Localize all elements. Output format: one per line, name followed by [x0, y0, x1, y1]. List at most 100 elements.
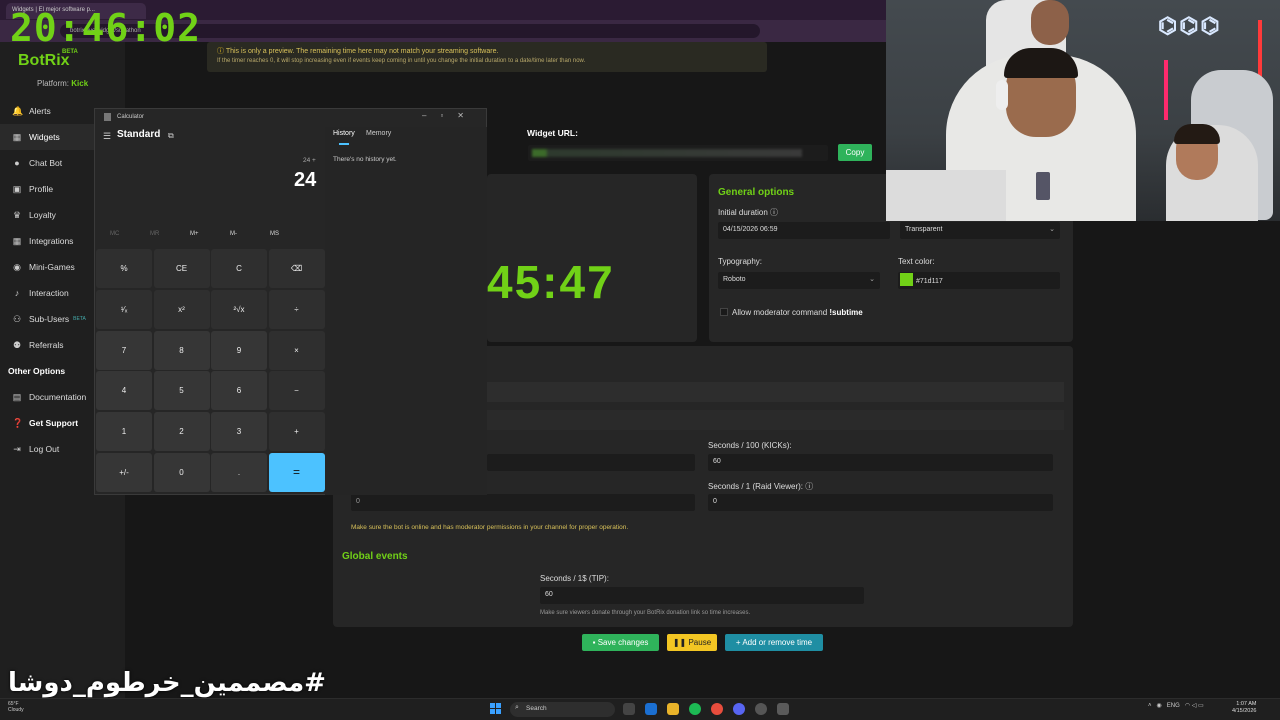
sidebar-item-label: Referrals: [29, 340, 64, 350]
percent-key[interactable]: %: [96, 249, 152, 288]
spotify-icon[interactable]: [689, 703, 701, 715]
chrome-icon[interactable]: [711, 703, 723, 715]
global-events-title: Global events: [342, 551, 408, 562]
language-indicator[interactable]: ENG: [1167, 703, 1180, 709]
text-color-input[interactable]: #71d117: [898, 272, 1060, 289]
calculator-taskbar-icon[interactable]: [777, 703, 789, 715]
square-root-key[interactable]: ²√x: [211, 289, 267, 329]
digit-7-key[interactable]: 7: [96, 330, 152, 370]
save-icon: ▪: [592, 638, 596, 647]
chevron-down-icon: ⌄: [1049, 226, 1055, 233]
brand-logo[interactable]: BotRix BETA: [18, 49, 78, 70]
color-swatch[interactable]: [900, 273, 913, 286]
subtract-key[interactable]: −: [268, 371, 325, 411]
tab-history[interactable]: History: [333, 130, 355, 137]
moderator-command-label: Allow moderator command !subtime: [732, 308, 863, 317]
raid-label-text: Seconds / 1 (Raid Viewer):: [708, 482, 804, 491]
initial-duration-input[interactable]: 04/15/2026 06:59: [718, 222, 890, 239]
background-select-value: Transparent: [905, 226, 943, 233]
clock[interactable]: 1:07 AM 4/15/2026: [1232, 701, 1256, 715]
tip-seconds-input[interactable]: 60: [540, 587, 864, 604]
decimal-key[interactable]: .: [211, 453, 267, 492]
window-controls: –▫✕: [422, 111, 478, 120]
equals-key[interactable]: =: [268, 453, 325, 492]
keep-on-top-icon[interactable]: ⧉: [168, 131, 174, 141]
doc-icon: ▤: [12, 392, 22, 402]
digit-5-key[interactable]: 5: [153, 371, 210, 411]
bell-icon: 🔔: [12, 106, 24, 116]
info-icon[interactable]: ⓘ: [805, 482, 813, 491]
memory-recall-button[interactable]: MR: [150, 231, 159, 237]
edge-icon[interactable]: [645, 703, 657, 715]
wifi-icon[interactable]: ◠: [1185, 703, 1190, 709]
hamburger-menu-icon[interactable]: ☰: [103, 131, 111, 142]
left-event-input-2[interactable]: 0: [351, 494, 695, 511]
discord-icon[interactable]: [733, 703, 745, 715]
weather-widget[interactable]: 65°F Cloudy: [8, 701, 24, 713]
calculator-expression: 24 +: [303, 157, 316, 164]
digit-2-key[interactable]: 2: [153, 412, 210, 452]
text-color-label: Text color:: [898, 257, 935, 266]
square-key[interactable]: x²: [153, 289, 210, 329]
chevron-down-icon: ⌄: [869, 276, 875, 283]
kicks-seconds-input[interactable]: 60: [708, 454, 1053, 471]
digit-0-key[interactable]: 0: [153, 453, 210, 492]
tip-label: Seconds / 1$ (TIP):: [540, 574, 609, 583]
desk: [886, 170, 1006, 221]
info-icon[interactable]: ⓘ: [770, 208, 778, 217]
save-changes-button[interactable]: ▪ Save changes: [582, 634, 659, 651]
file-explorer-icon[interactable]: [667, 703, 679, 715]
calculator-mode: Standard: [117, 129, 161, 140]
background-select[interactable]: Transparent ⌄: [900, 222, 1060, 239]
left-event-input-1[interactable]: [487, 454, 695, 471]
add-key[interactable]: +: [268, 412, 325, 452]
negate-key[interactable]: +/-: [96, 453, 152, 492]
digit-8-key[interactable]: 8: [153, 330, 210, 370]
led-strip: [1164, 60, 1168, 120]
sidebar-item-label: Interaction: [29, 288, 69, 298]
moderator-command-checkbox[interactable]: [720, 308, 728, 316]
digit-4-key[interactable]: 4: [96, 371, 152, 411]
sidebar-item-label: Alerts: [29, 106, 51, 116]
digit-9-key[interactable]: 9: [211, 330, 267, 370]
volume-icon[interactable]: ◁: [1192, 703, 1197, 709]
reciprocal-key[interactable]: ¹⁄ₓ: [96, 289, 152, 329]
typography-select[interactable]: Roboto ⌄: [718, 272, 880, 289]
history-panel: [325, 127, 487, 495]
memory-clear-button[interactable]: MC: [110, 231, 119, 237]
memory-add-button[interactable]: M+: [190, 231, 199, 237]
screen: Widgets | El mejor software p... botrix.…: [0, 0, 1280, 720]
clear-entry-key[interactable]: CE: [153, 249, 210, 288]
widget-url-field[interactable]: [528, 145, 828, 161]
tab-memory[interactable]: Memory: [366, 130, 391, 137]
sidebar-item-label: Integrations: [29, 236, 74, 246]
obs-icon[interactable]: [755, 703, 767, 715]
chevron-up-icon[interactable]: ˄: [1148, 703, 1152, 709]
battery-icon[interactable]: ▭: [1198, 703, 1204, 709]
digit-1-key[interactable]: 1: [96, 412, 152, 452]
windows-start-icon[interactable]: [490, 703, 502, 715]
multiply-key[interactable]: ×: [268, 330, 325, 370]
divide-key[interactable]: ÷: [268, 289, 325, 329]
close-icon[interactable]: ✕: [457, 111, 478, 120]
memory-store-button[interactable]: MS: [270, 231, 279, 237]
tab-history-underline: [339, 143, 349, 145]
copy-button[interactable]: Copy: [838, 144, 872, 161]
add-remove-label: Add or remove time: [742, 638, 813, 647]
pause-button[interactable]: ❚❚ Pause: [667, 634, 717, 651]
tray-app-icon[interactable]: ◉: [1157, 703, 1162, 709]
taskbar-search[interactable]: ⌕ Search: [510, 702, 615, 717]
notice-text: This is only a preview. The remaining ti…: [225, 48, 499, 55]
backspace-key[interactable]: ⌫: [268, 249, 325, 288]
minimize-icon[interactable]: –: [422, 111, 440, 120]
stream-hashtag-caption: #مصممين_خرطوم_دوشا: [8, 668, 326, 698]
memory-subtract-button[interactable]: M-: [230, 231, 237, 237]
maximize-icon[interactable]: ▫: [440, 111, 457, 120]
digit-3-key[interactable]: 3: [211, 412, 267, 452]
task-view-icon[interactable]: [623, 703, 635, 715]
raid-seconds-input[interactable]: 0: [708, 494, 1053, 511]
add-remove-time-button[interactable]: + Add or remove time: [725, 634, 823, 651]
digit-6-key[interactable]: 6: [211, 371, 267, 411]
music-icon: ♪: [14, 288, 20, 298]
clear-key[interactable]: C: [211, 249, 267, 288]
